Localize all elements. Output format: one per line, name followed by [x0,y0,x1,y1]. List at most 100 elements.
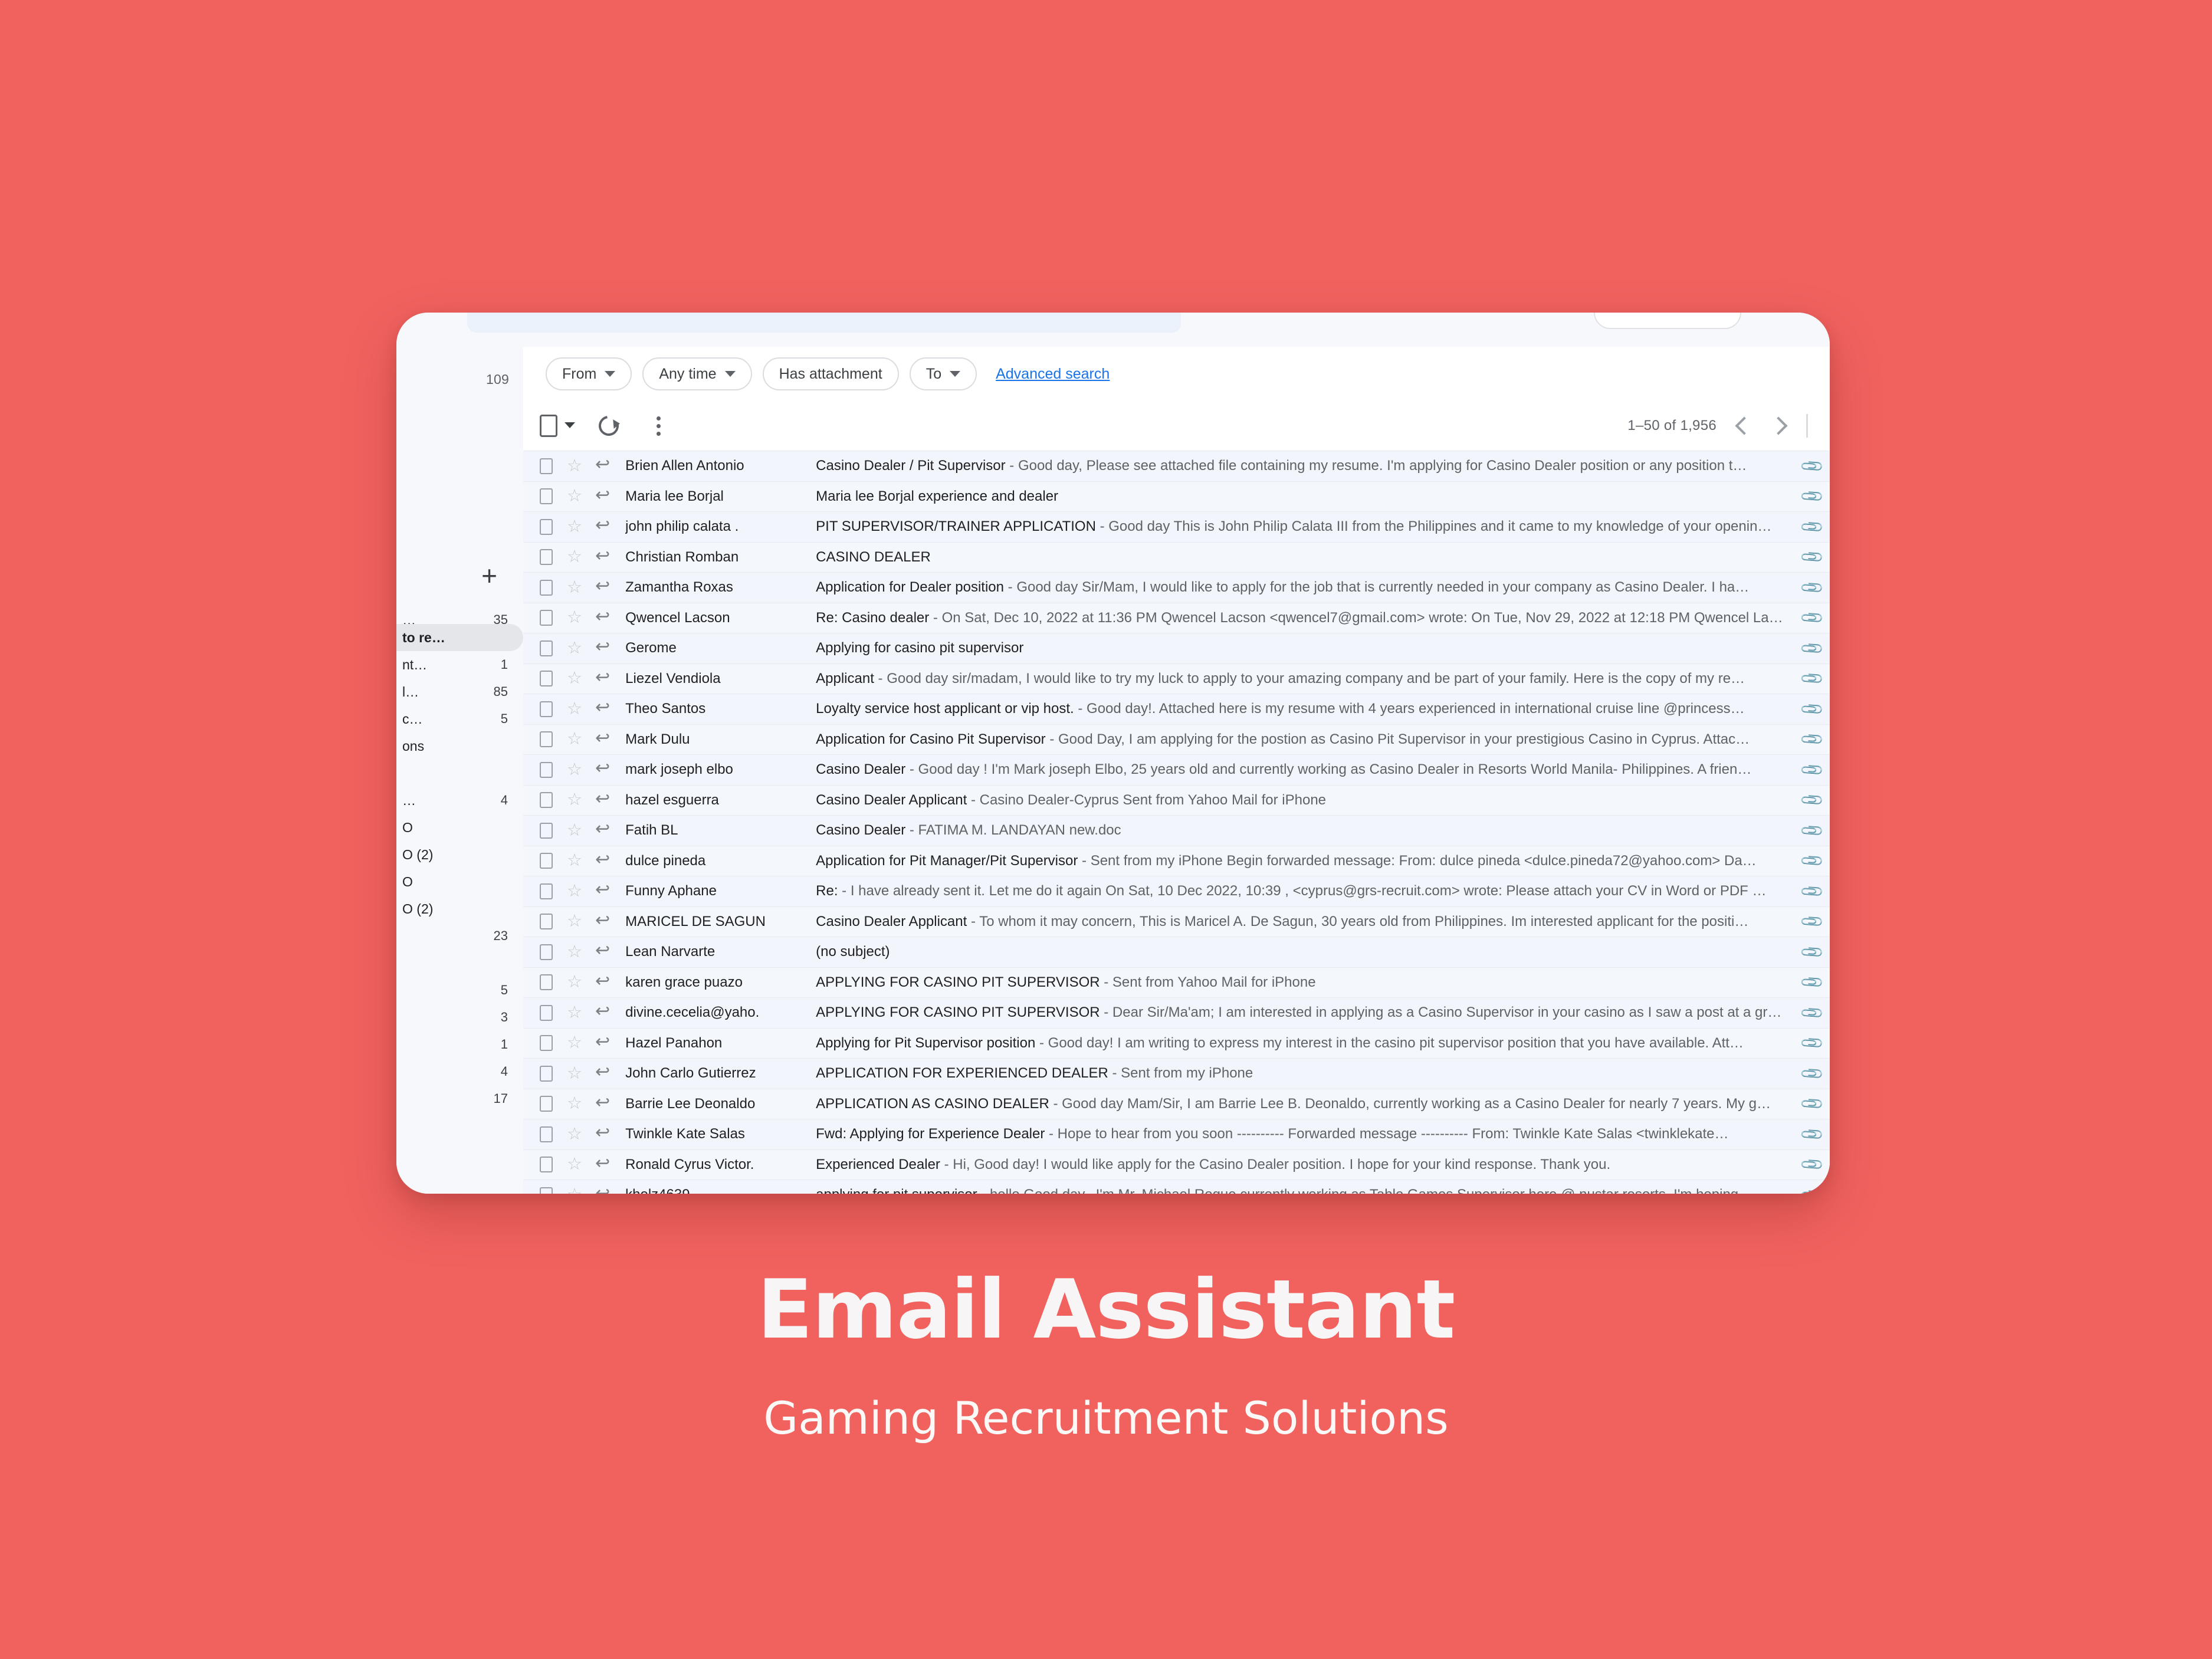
refresh-button[interactable] [593,410,625,442]
checkbox-icon[interactable] [540,1187,553,1194]
star-icon[interactable]: ☆ [567,731,582,748]
sidebar-item-13[interactable] [396,950,523,977]
star-icon[interactable]: ☆ [567,518,582,536]
checkbox-icon[interactable] [540,822,553,839]
sidebar-item-10[interactable]: O [396,868,523,895]
star-icon[interactable]: ☆ [567,974,582,991]
star-icon[interactable]: ☆ [567,1065,582,1082]
mail-row[interactable]: ☆ ↩ Lean Narvarte (no subject) 📎 [523,937,1830,967]
star-icon[interactable]: ☆ [567,822,582,839]
checkbox-icon[interactable] [540,1004,553,1021]
star-icon[interactable]: ☆ [567,639,582,657]
sidebar-item-4[interactable]: c… 5 [396,705,523,732]
mail-row[interactable]: ☆ ↩ Twinkle Kate Salas Fwd: Applying for Ex… [523,1119,1830,1149]
star-icon[interactable]: ☆ [567,609,582,626]
star-icon[interactable]: ☆ [567,1186,582,1194]
sidebar-item-1[interactable]: to re… [396,624,523,651]
sidebar-item-12[interactable]: 23 [396,922,523,950]
sidebar-item-3[interactable]: l… 85 [396,678,523,705]
checkbox-icon[interactable] [540,1096,553,1112]
checkbox-icon[interactable] [540,488,553,505]
mail-row[interactable]: ☆ ↩ Barrie Lee Deonaldo APPLICATION AS CASI… [523,1088,1830,1119]
sidebar-item-6[interactable] [396,760,523,787]
mail-row[interactable]: ☆ ↩ Maria lee Borjal Maria lee Borjal exper… [523,481,1830,511]
checkbox-icon[interactable] [540,914,553,930]
star-icon[interactable]: ☆ [567,1034,582,1052]
checkbox-icon[interactable] [540,974,553,991]
star-icon[interactable]: ☆ [567,579,582,596]
mail-row[interactable]: ☆ ↩ mark joseph elbo Casino Dealer - Good d… [523,754,1830,785]
checkbox-icon[interactable] [540,853,553,869]
checkbox-icon[interactable] [540,671,553,687]
advanced-search-link[interactable]: Advanced search [996,366,1110,383]
star-icon[interactable]: ☆ [567,943,582,961]
checkbox-icon[interactable] [540,640,553,656]
checkbox-icon[interactable] [540,415,557,437]
mail-row[interactable]: ☆ ↩ Brien Allen Antonio Casino Dealer / Pit… [523,451,1830,481]
checkbox-icon[interactable] [540,792,553,809]
mail-row[interactable]: ☆ ↩ karen grace puazo APPLYING FOR CASINO P… [523,967,1830,997]
settings-partial-icon[interactable] [1806,414,1812,438]
mail-row[interactable]: ☆ ↩ Hazel Panahon Applying for Pit Supervis… [523,1027,1830,1058]
star-icon[interactable]: ☆ [567,670,582,687]
star-icon[interactable]: ☆ [567,761,582,778]
star-icon[interactable]: ☆ [567,882,582,900]
checkbox-icon[interactable] [540,1157,553,1173]
checkbox-icon[interactable] [540,579,553,596]
sidebar-item-18[interactable]: 17 [396,1085,523,1112]
checkbox-icon[interactable] [540,549,553,566]
star-icon[interactable]: ☆ [567,700,582,718]
mail-row[interactable]: ☆ ↩ Theo Santos Loyalty service host applic… [523,694,1830,724]
sidebar-item-9[interactable]: O (2) [396,841,523,868]
checkbox-icon[interactable] [540,761,553,778]
more-options-button[interactable] [642,410,674,442]
checkbox-icon[interactable] [540,701,553,717]
mail-row[interactable]: ☆ ↩ Christian Romban CASINO DEALER 📎 [523,541,1830,572]
checkbox-icon[interactable] [540,458,553,474]
sidebar-item-11[interactable]: O (2) [396,895,523,922]
select-all-dropdown[interactable] [565,421,575,431]
sidebar-item-14[interactable]: 5 [396,977,523,1004]
sidebar-item-5[interactable]: ons [396,732,523,760]
star-icon[interactable]: ☆ [567,548,582,566]
mail-row[interactable]: ☆ ↩ john philip calata . PIT SUPERVISOR/TRA… [523,511,1830,542]
mail-row[interactable]: ☆ ↩ Qwencel Lacson Re: Casino dealer - On S… [523,602,1830,633]
mail-row[interactable]: ☆ ↩ khelz4639 applying for pit supervisor -… [523,1180,1830,1194]
chevron-left-icon[interactable] [1735,416,1754,435]
sidebar-item-16[interactable]: 1 [396,1031,523,1058]
checkbox-icon[interactable] [540,1126,553,1142]
sidebar-item-8[interactable]: O [396,814,523,841]
mail-row[interactable]: ☆ ↩ Funny Aphane Re: - I have already sent … [523,876,1830,906]
plus-icon[interactable]: + [481,562,497,589]
star-icon[interactable]: ☆ [567,913,582,930]
filter-chip-to[interactable]: To [909,357,977,390]
search-input[interactable] [467,313,1181,333]
star-icon[interactable]: ☆ [567,457,582,475]
search-header-chip-partial[interactable] [1594,313,1741,329]
mail-row[interactable]: ☆ ↩ John Carlo Gutierrez APPLICATION FOR EX… [523,1058,1830,1089]
checkbox-icon[interactable] [540,518,553,535]
star-icon[interactable]: ☆ [567,1004,582,1021]
sidebar-item-2[interactable]: nt… 1 [396,651,523,678]
sidebar-item-15[interactable]: 3 [396,1004,523,1031]
mail-row[interactable]: ☆ ↩ MARICEL DE SAGUN Casino Dealer Applican… [523,906,1830,937]
checkbox-icon[interactable] [540,610,553,626]
checkbox-icon[interactable] [540,1035,553,1052]
chevron-right-icon[interactable] [1769,416,1788,435]
mail-row[interactable]: ☆ ↩ dulce pineda Application for Pit Manage… [523,845,1830,876]
star-icon[interactable]: ☆ [567,488,582,505]
filter-chip-from[interactable]: From [546,357,632,390]
star-icon[interactable]: ☆ [567,1095,582,1112]
mail-row[interactable]: ☆ ↩ Mark Dulu Application for Casino Pit Su… [523,724,1830,754]
star-icon[interactable]: ☆ [567,852,582,869]
mail-row[interactable]: ☆ ↩ Fatih BL Casino Dealer - FATIMA M. LAND… [523,815,1830,846]
checkbox-icon[interactable] [540,883,553,899]
mail-row[interactable]: ☆ ↩ Ronald Cyrus Victor. Experienced Dealer… [523,1149,1830,1180]
sidebar-item-17[interactable]: 4 [396,1058,523,1085]
filter-chip-has-attachment[interactable]: Has attachment [762,357,899,390]
mail-row[interactable]: ☆ ↩ divine.cecelia@yaho. APPLYING FOR CASIN… [523,997,1830,1028]
star-icon[interactable]: ☆ [567,1156,582,1173]
star-icon[interactable]: ☆ [567,791,582,809]
mail-row[interactable]: ☆ ↩ Gerome Applying for casino pit supervis… [523,633,1830,663]
filter-chip-any-time[interactable]: Any time [642,357,752,390]
